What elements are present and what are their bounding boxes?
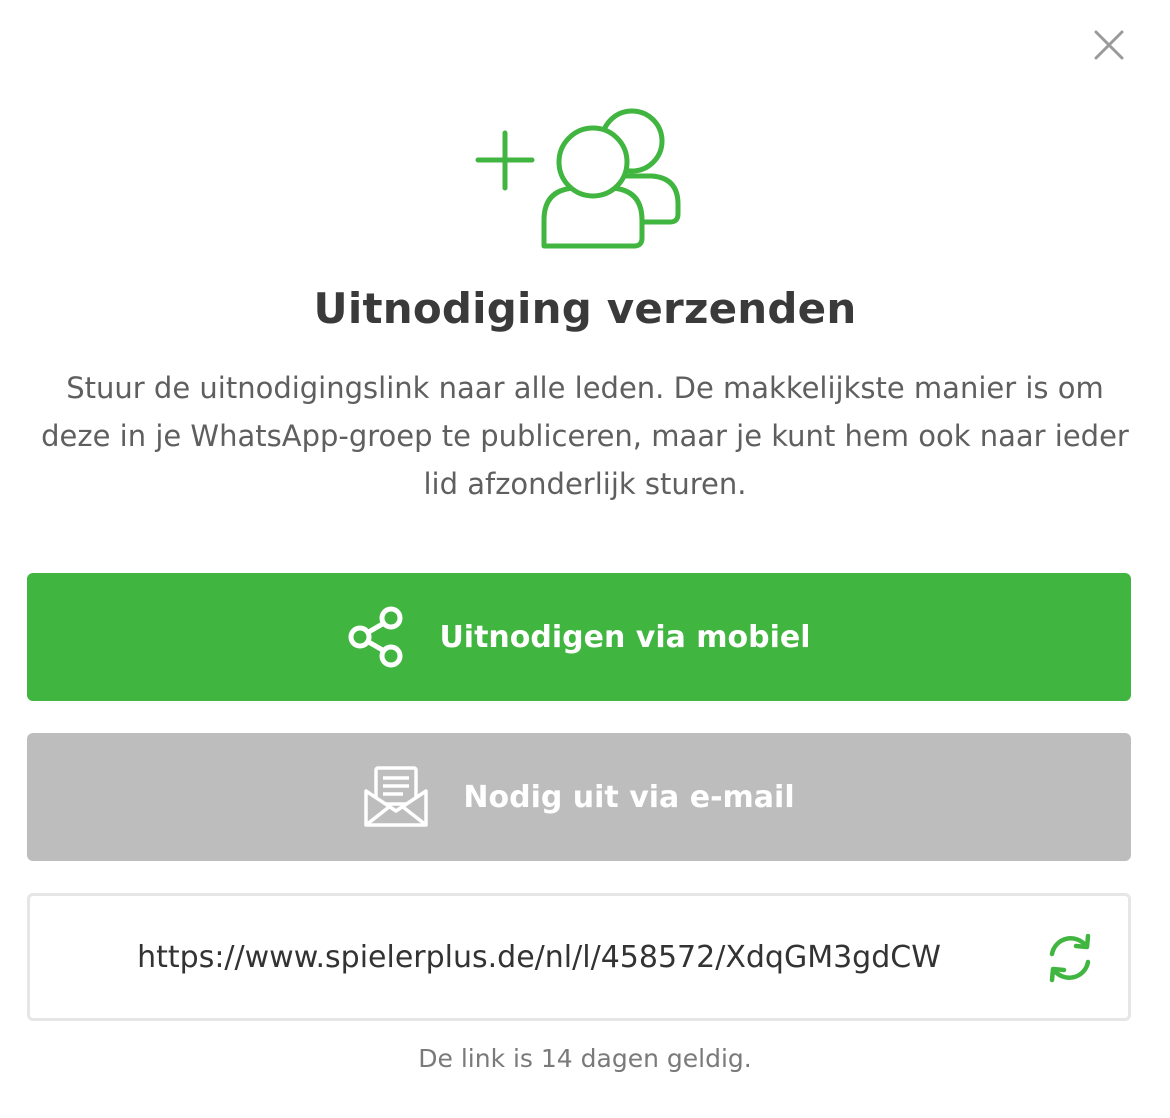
invite-mobile-button[interactable]: Uitnodigen via mobiel bbox=[27, 573, 1131, 701]
link-validity-note: De link is 14 dagen geldig. bbox=[418, 1044, 752, 1073]
invite-email-button[interactable]: Nodig uit via e-mail bbox=[27, 733, 1131, 861]
share-icon bbox=[348, 606, 403, 668]
close-icon bbox=[1094, 30, 1124, 60]
invite-mobile-label: Uitnodigen via mobiel bbox=[439, 619, 811, 655]
dialog-description: Stuur de uitnodigingslink naar alle lede… bbox=[41, 371, 1129, 501]
add-users-icon bbox=[475, 108, 681, 249]
refresh-link-button[interactable] bbox=[1044, 932, 1096, 984]
refresh-icon bbox=[1049, 933, 1091, 983]
close-button[interactable] bbox=[1086, 22, 1132, 68]
invite-link-url[interactable]: https://www.spielerplus.de/nl/l/458572/X… bbox=[30, 896, 1048, 1018]
invite-email-label: Nodig uit via e-mail bbox=[463, 779, 795, 815]
invite-link-field[interactable]: https://www.spielerplus.de/nl/l/458572/X… bbox=[27, 893, 1131, 1021]
envelope-icon bbox=[364, 766, 429, 827]
dialog-title: Uitnodiging verzenden bbox=[313, 284, 857, 333]
